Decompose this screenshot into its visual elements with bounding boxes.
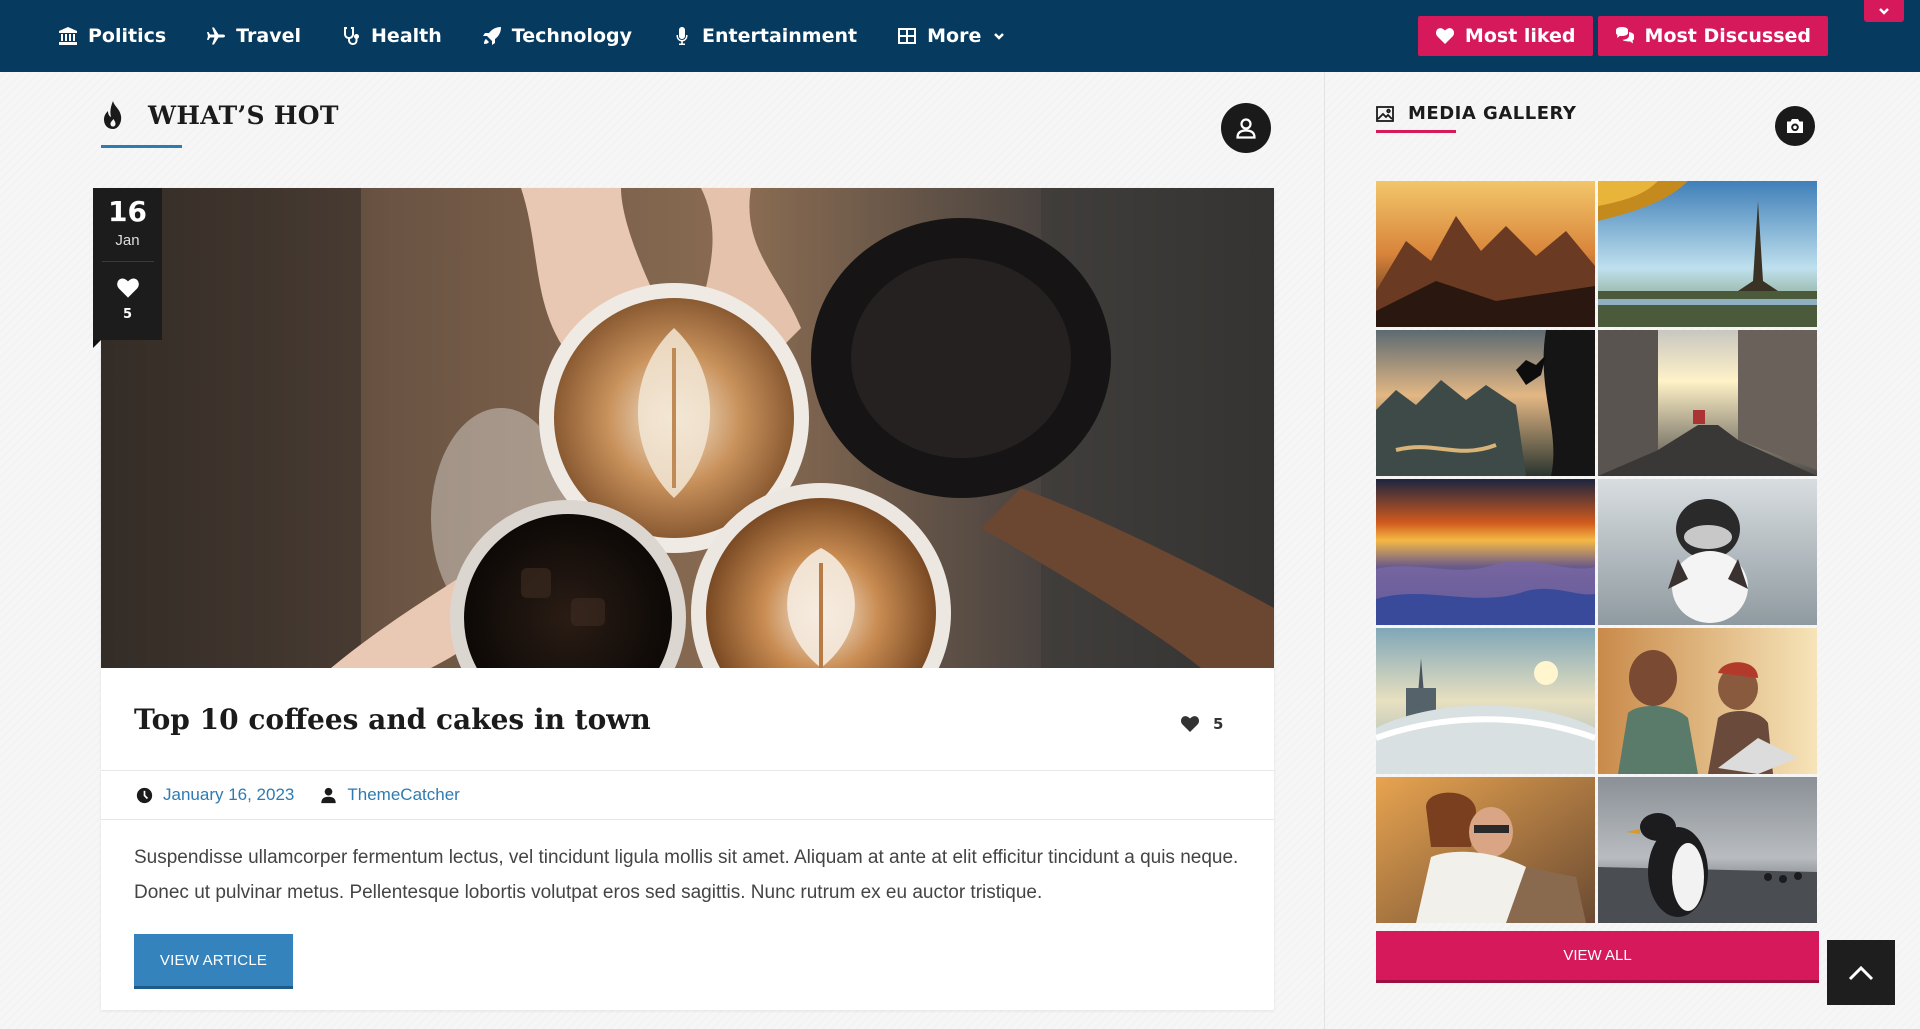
gallery-thumb-desert-sunset[interactable] — [1376, 479, 1595, 625]
nav-item-label: Health — [371, 25, 442, 47]
section-title-underline — [101, 145, 182, 148]
most-liked-label: Most liked — [1464, 25, 1576, 47]
stethoscope-icon — [344, 27, 360, 45]
gallery-title-underline — [1376, 130, 1456, 133]
nav-item-label: Technology — [511, 25, 633, 47]
media-gallery-grid — [1376, 181, 1818, 923]
article-author: ThemeCatcher — [347, 785, 460, 804]
article-likes[interactable]: 5 — [1179, 714, 1223, 734]
top-navbar: Politics Travel Health Technology Entert… — [0, 0, 1920, 72]
chevron-up-icon — [1848, 965, 1874, 980]
nav-actions: Most liked Most Discussed — [1417, 16, 1828, 56]
nav-item-label: Entertainment — [702, 25, 858, 47]
fire-icon — [104, 101, 122, 129]
comments-icon — [1615, 27, 1634, 44]
date-month: Jan — [115, 232, 140, 249]
article-excerpt: Suspendisse ullamcorper fermentum lectus… — [134, 847, 1239, 903]
heart-icon — [1435, 28, 1454, 44]
heart-icon — [116, 278, 139, 298]
article-card: Top 10 coffees and cakes in town 5 Janua… — [101, 188, 1274, 1010]
camera-button[interactable] — [1775, 106, 1815, 146]
coffee-cups-image — [101, 188, 1274, 668]
article-title[interactable]: Top 10 coffees and cakes in town — [134, 703, 651, 736]
bank-icon — [59, 27, 77, 45]
rocket-icon — [482, 27, 501, 45]
date-day: 16 — [108, 195, 147, 228]
like-button[interactable] — [93, 276, 162, 305]
camera-icon — [1787, 119, 1803, 133]
nav-item-politics[interactable]: Politics — [58, 0, 166, 72]
heart-icon — [1181, 716, 1199, 732]
image-icon — [1376, 105, 1394, 122]
chevron-down-icon — [1879, 8, 1889, 15]
article-image[interactable] — [101, 188, 1274, 668]
divider — [101, 261, 154, 262]
article-date-link[interactable]: January 16, 2023 — [136, 785, 294, 805]
most-discussed-button[interactable]: Most Discussed — [1597, 16, 1828, 56]
nav-item-label: Travel — [236, 25, 302, 47]
section-header: WHAT’S HOT — [100, 100, 339, 130]
article-meta: January 16, 2023 ThemeCatcher — [101, 770, 1274, 820]
microphone-icon — [676, 27, 688, 45]
nav-menu: Politics Travel Health Technology Entert… — [58, 0, 1045, 72]
gallery-thumb-futuristic-city[interactable] — [1376, 628, 1595, 774]
gallery-title: MEDIA GALLERY — [1408, 103, 1577, 124]
gallery-thumb-city-street[interactable] — [1598, 330, 1817, 476]
nav-item-health[interactable]: Health — [341, 0, 442, 72]
article-author-link[interactable]: ThemeCatcher — [320, 785, 460, 805]
nav-item-travel[interactable]: Travel — [206, 0, 301, 72]
badge-likes-count: 5 — [122, 307, 133, 322]
section-title: WHAT’S HOT — [148, 100, 339, 130]
user-icon — [321, 787, 337, 803]
user-icon — [1236, 118, 1256, 139]
gallery-thumb-couple-hug[interactable] — [1376, 777, 1595, 923]
gallery-thumb-man-laptop[interactable] — [1598, 628, 1817, 774]
chevron-down-icon — [994, 33, 1005, 40]
header-toggle-button[interactable] — [1864, 0, 1904, 22]
nav-item-entertainment[interactable]: Entertainment — [672, 0, 857, 72]
clock-icon — [136, 787, 153, 803]
gallery-thumb-mountains-sunset[interactable] — [1376, 181, 1595, 327]
gallery-thumb-eiffel-tower[interactable] — [1598, 181, 1817, 327]
view-article-button[interactable]: VIEW ARTICLE — [134, 934, 293, 989]
article-likes-count: 5 — [1213, 715, 1224, 733]
nav-item-label: Politics — [88, 25, 167, 47]
gallery-thumb-snow-rider[interactable] — [1598, 479, 1817, 625]
plane-icon — [207, 27, 226, 45]
gallery-thumb-penguin[interactable] — [1598, 777, 1817, 923]
gallery-header: MEDIA GALLERY — [1376, 103, 1576, 124]
date-badge: 16 Jan 5 — [93, 188, 162, 340]
user-account-button[interactable] — [1221, 103, 1271, 153]
gallery-thumb-cliff-climber[interactable] — [1376, 330, 1595, 476]
article-date: January 16, 2023 — [163, 785, 295, 804]
nav-item-more[interactable]: More — [897, 0, 1005, 72]
scroll-to-top-button[interactable] — [1827, 940, 1895, 1005]
nav-item-label: More — [927, 25, 982, 47]
most-liked-button[interactable]: Most liked — [1417, 16, 1593, 56]
grid-icon — [898, 28, 917, 44]
nav-item-technology[interactable]: Technology — [482, 0, 632, 72]
view-all-button[interactable]: VIEW ALL — [1376, 931, 1819, 983]
column-divider — [1324, 72, 1325, 1029]
most-discussed-label: Most Discussed — [1644, 25, 1811, 47]
